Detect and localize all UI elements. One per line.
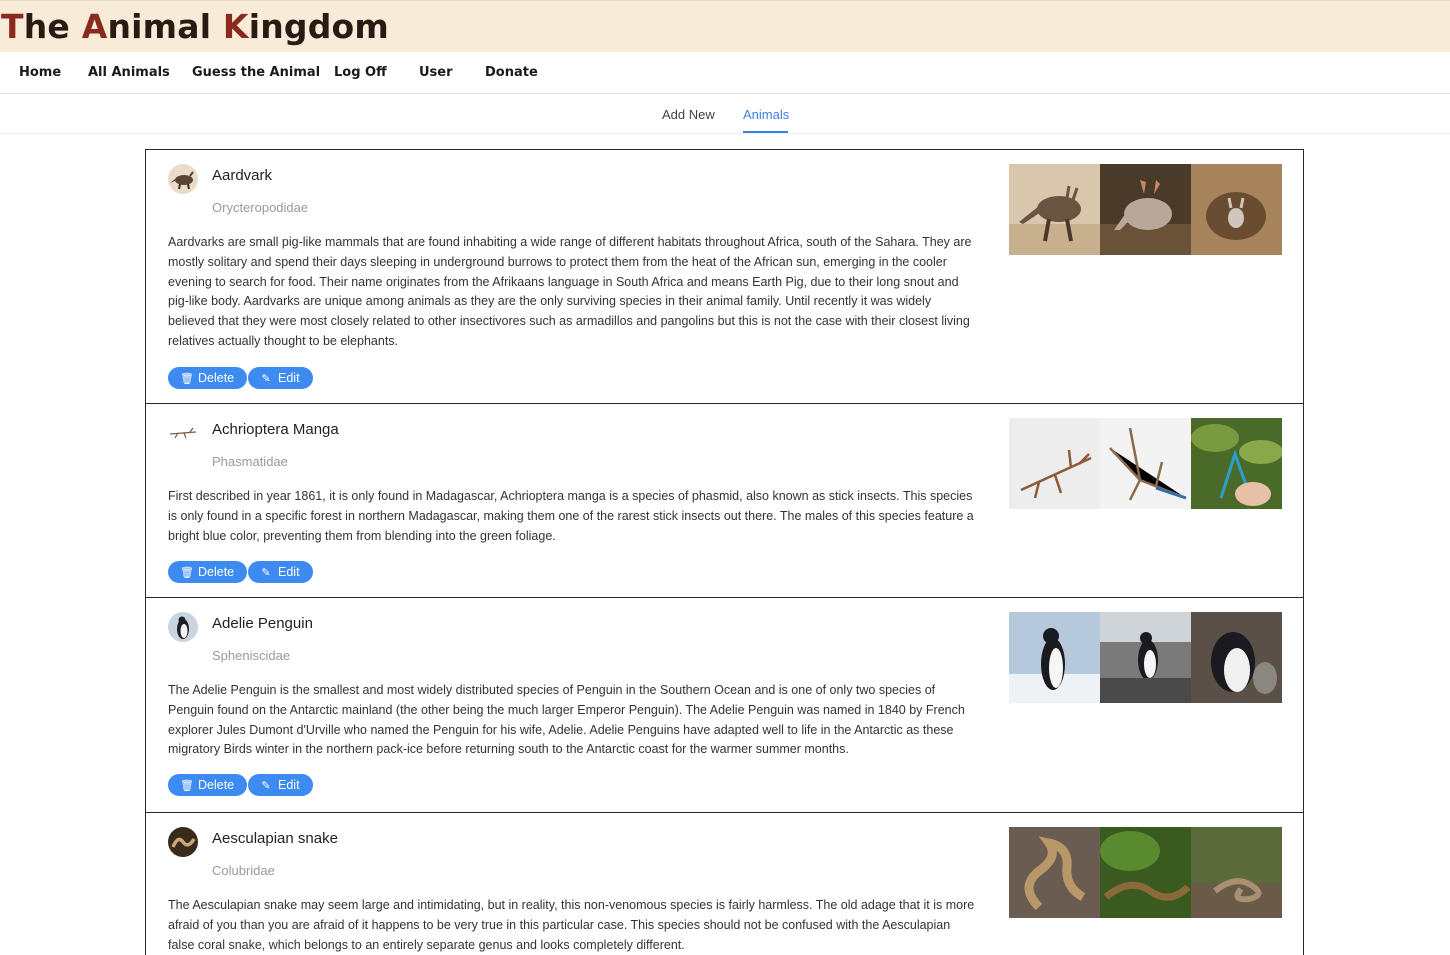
nav-log-off[interactable]: Log Off [334, 65, 387, 80]
animal-name[interactable]: Aardvark [212, 167, 272, 184]
animal-photo[interactable] [1009, 612, 1100, 703]
photo-gallery [1009, 827, 1282, 918]
animal-description: Aardvarks are small pig-like mammals tha… [168, 235, 972, 348]
animal-list: Aardvark Orycteropodidae Aardvarks are s… [145, 149, 1304, 955]
nav-all-animals[interactable]: All Animals [88, 65, 170, 80]
edit-button[interactable]: ✎ Edit [248, 367, 313, 389]
animal-family: Orycteropodidae [212, 200, 309, 215]
animal-name[interactable]: Achrioptera Manga [212, 421, 339, 438]
animal-card: Aardvark Orycteropodidae Aardvarks are s… [145, 149, 1304, 404]
active-tab-indicator [743, 131, 788, 133]
animal-family: Spheniscidae [212, 648, 291, 663]
nav-donate[interactable]: Donate [485, 65, 538, 80]
trash-icon: 🗑 [180, 780, 194, 792]
pencil-icon: ✎ [261, 373, 271, 385]
nav-guess-the-animal[interactable]: Guess the Animal [192, 65, 320, 80]
pencil-icon: ✎ [261, 567, 271, 579]
main-nav: Home All Animals Guess the Animal Log Of… [0, 52, 1450, 94]
animal-photo[interactable] [1100, 827, 1191, 918]
tab-animals[interactable]: Animals [743, 107, 789, 122]
animal-card: Achrioptera Manga Phasmatidae First desc… [145, 403, 1304, 598]
animal-photo[interactable] [1191, 827, 1282, 918]
animal-photo[interactable] [1009, 827, 1100, 918]
animal-description: The Adelie Penguin is the smallest and m… [168, 683, 965, 757]
delete-button[interactable]: 🗑 Delete [168, 561, 247, 583]
stick-insect-avatar [168, 418, 198, 448]
animal-card: Adelie Penguin Spheniscidae The Adelie P… [145, 597, 1304, 813]
delete-button[interactable]: 🗑 Delete [168, 774, 247, 796]
photo-gallery [1009, 164, 1282, 255]
animal-photo[interactable] [1100, 164, 1191, 255]
trash-icon: 🗑 [180, 373, 194, 385]
tab-bar: Add New Animals [0, 94, 1450, 134]
photo-gallery [1009, 418, 1282, 509]
animal-name[interactable]: Adelie Penguin [212, 615, 313, 632]
delete-button[interactable]: 🗑 Delete [168, 367, 247, 389]
site-title[interactable]: The Animal Kingdom [1, 7, 389, 46]
animal-photo[interactable] [1100, 418, 1191, 509]
snake-avatar [168, 827, 198, 857]
animal-description: First described in year 1861, it is only… [168, 489, 974, 543]
animal-family: Phasmatidae [212, 454, 288, 469]
animal-photo[interactable] [1009, 164, 1100, 255]
penguin-avatar [168, 612, 198, 642]
nav-user[interactable]: User [419, 65, 453, 80]
animal-photo[interactable] [1100, 612, 1191, 703]
animal-card: Aesculapian snake Colubridae The Aescula… [145, 812, 1304, 955]
edit-button[interactable]: ✎ Edit [248, 774, 313, 796]
animal-photo[interactable] [1009, 418, 1100, 509]
trash-icon: 🗑 [180, 567, 194, 579]
tab-add-new[interactable]: Add New [662, 107, 715, 122]
photo-gallery [1009, 612, 1282, 703]
animal-photo[interactable] [1191, 418, 1282, 509]
animal-description: The Aesculapian snake may seem large and… [168, 898, 975, 952]
site-banner: The Animal Kingdom [0, 0, 1450, 52]
edit-button[interactable]: ✎ Edit [248, 561, 313, 583]
aardvark-avatar [168, 164, 198, 194]
nav-home[interactable]: Home [19, 65, 61, 80]
animal-photo[interactable] [1191, 612, 1282, 703]
pencil-icon: ✎ [261, 780, 271, 792]
animal-family: Colubridae [212, 863, 275, 878]
animal-name[interactable]: Aesculapian snake [212, 830, 338, 847]
animal-photo[interactable] [1191, 164, 1282, 255]
